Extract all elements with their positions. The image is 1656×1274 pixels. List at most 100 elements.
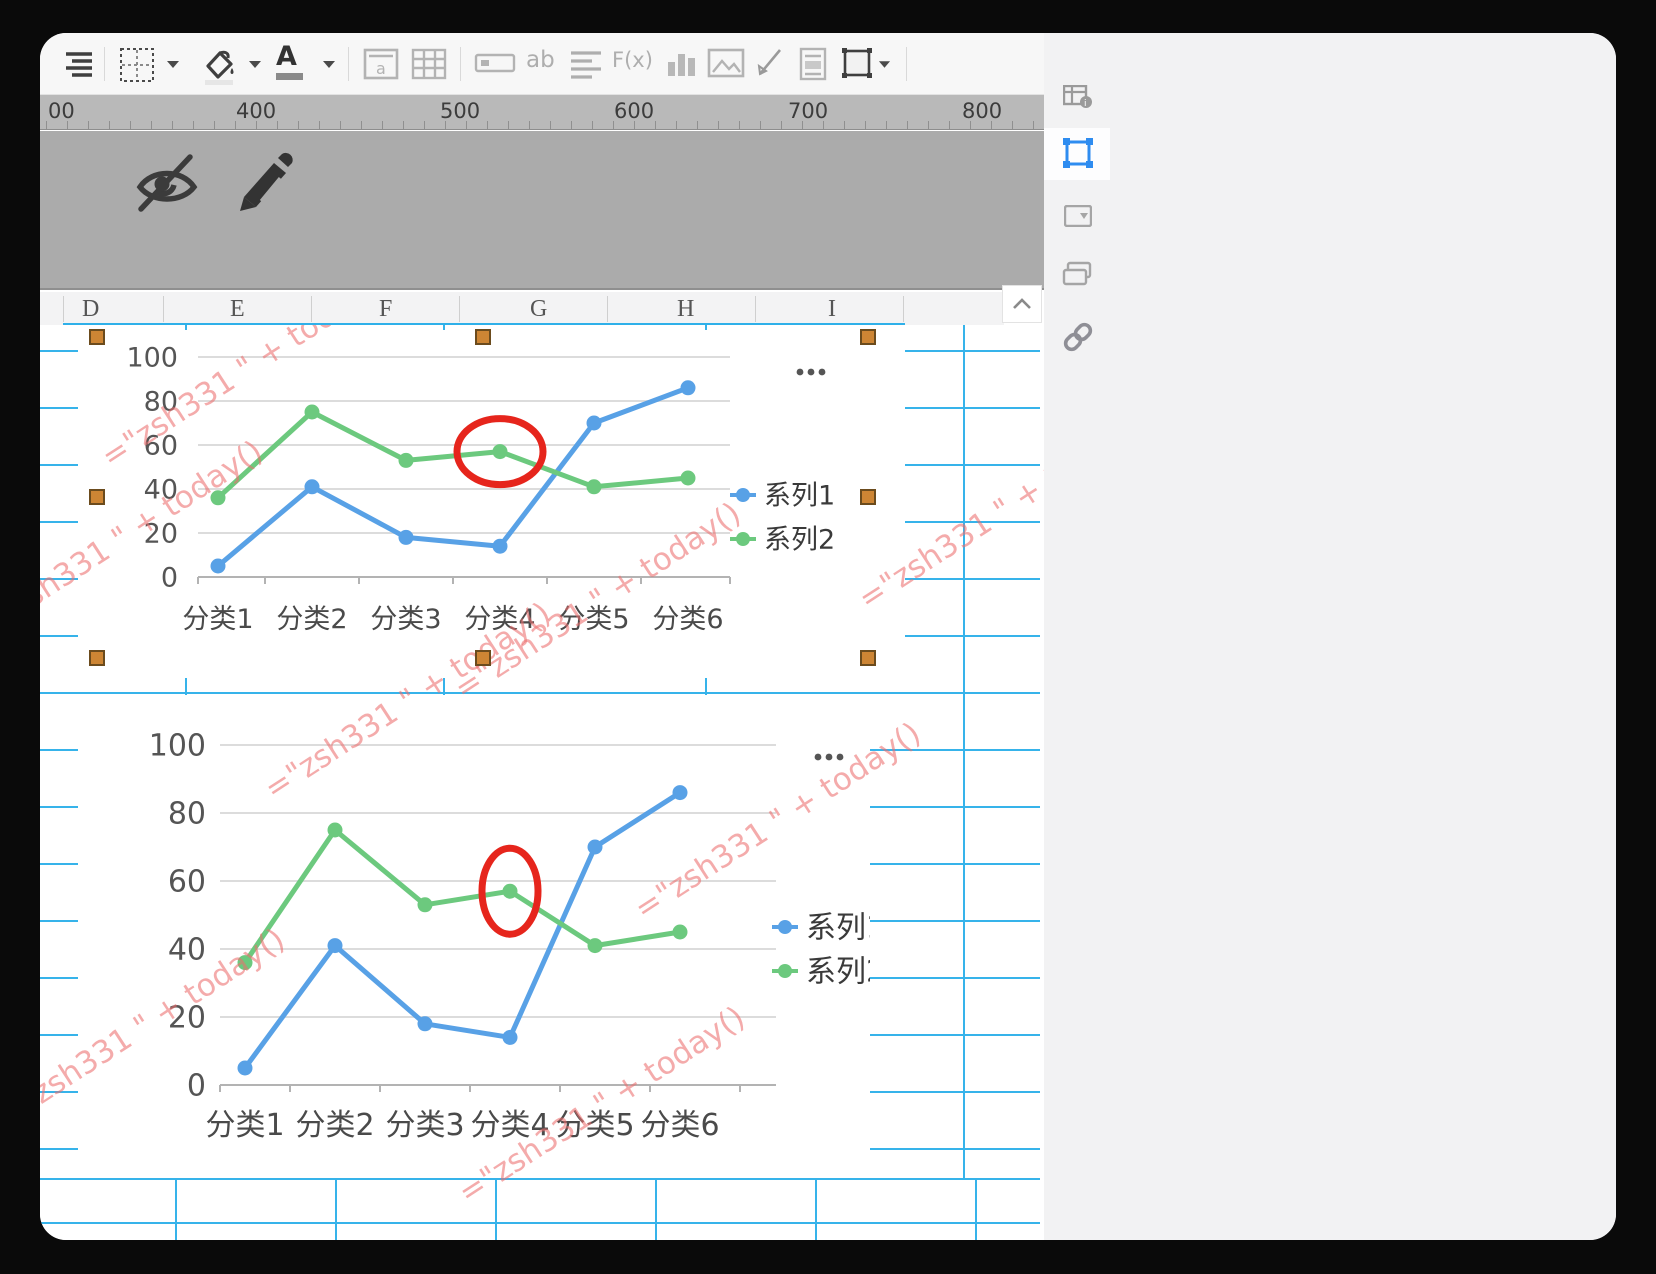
svg-text:i: i [1084,99,1087,109]
font-color-icon[interactable]: A [276,41,303,80]
ruler-tick [193,121,194,129]
y-axis-tick-label: 100 [126,342,178,373]
chart-2[interactable]: 020406080100分类1分类2分类3分类4分类5分类6系列1系列2 [78,695,885,1160]
screen: A a ab F(x) 00 400 500 600 700 800 D E F… [0,0,1656,1274]
column-header-H[interactable]: H [677,296,694,323]
series-line [215,385,691,569]
image-icon[interactable] [706,46,746,80]
data-point [398,452,414,468]
field-icon[interactable] [474,53,516,73]
ruler-tick [655,121,656,129]
x-axis-category-label: 分类2 [295,1108,374,1143]
column-separator [163,296,164,322]
chart-menu-dots[interactable] [825,753,833,761]
format-panel: i 图表元素 [1044,33,1616,1240]
ruler-tick [529,121,530,129]
data-point [492,538,508,554]
chart-menu-dots[interactable] [814,753,822,761]
selection-handle[interactable] [89,650,105,666]
ruler-tick [340,121,341,129]
y-axis-tick-label: 60 [168,865,206,900]
selection-handle[interactable] [475,329,491,345]
ruler-tick [592,121,593,129]
layers-icon[interactable] [1062,261,1092,287]
fill-color-dropdown-arrow[interactable] [248,59,262,69]
ruler-tick [907,121,908,129]
svg-text:a: a [376,59,386,78]
ruler-tick [46,121,47,129]
chevron-up-icon [1013,298,1031,309]
x-axis-category-label: 分类6 [640,1108,719,1143]
data-point [680,380,696,396]
selection-handle[interactable] [475,650,491,666]
chart-menu-dots[interactable] [807,368,815,376]
ruler-tick [928,121,929,129]
data-point [210,558,226,574]
chart-area-format-icon[interactable] [1061,135,1095,173]
shape-dropdown-arrow[interactable] [878,59,891,69]
ruler-tick [508,121,509,129]
data-point [304,404,320,420]
selection-handle[interactable] [860,489,876,505]
x-axis-category-label: 分类1 [205,1108,284,1143]
chart-menu-dots[interactable] [796,368,804,376]
column-header-F[interactable]: F [379,296,392,323]
chart-icon[interactable] [664,46,698,80]
ruler-tick [487,121,488,129]
column-headers[interactable]: D E F G H I [40,292,1004,325]
column-header-I[interactable]: I [828,296,836,323]
column-header-G[interactable]: G [530,296,547,323]
panel-icon-strip: i [1044,33,1110,1240]
ruler-tick [1033,121,1034,129]
fill-color-icon[interactable] [198,46,238,86]
borders-dropdown-arrow[interactable] [166,59,180,69]
selection-handle[interactable] [860,650,876,666]
data-point [672,785,688,801]
toolbar-separator [460,47,461,81]
column-separator [459,296,460,322]
table-icon[interactable] [410,46,448,82]
app-window: A a ab F(x) 00 400 500 600 700 800 D E F… [40,33,1616,1240]
scroll-up-button[interactable] [1002,285,1042,323]
edit-pencil-icon[interactable] [230,145,296,217]
data-point [680,470,696,486]
document-icon[interactable] [796,46,830,82]
table-info-icon[interactable]: i [1063,85,1093,109]
column-separator [755,296,756,322]
title-box-icon[interactable]: a [362,46,400,82]
dropdown-control-icon[interactable] [1064,205,1092,227]
chart-menu-dots[interactable] [818,368,826,376]
selection-handle[interactable] [89,489,105,505]
borders-icon[interactable] [118,46,156,84]
data-point [304,479,320,495]
series-line [242,827,683,966]
ab-glyph: ab [526,47,555,73]
x-axis-category-label: 分类2 [276,604,347,635]
font-color-dropdown-arrow[interactable] [322,59,336,69]
text-ab-icon[interactable]: ab [526,47,555,73]
function-icon[interactable]: F(x) [612,48,653,72]
ruler-tick [571,121,572,129]
series-line [215,409,691,501]
column-header-D[interactable]: D [82,296,99,323]
align-icon[interactable] [62,46,96,80]
shape-frame-icon[interactable] [840,46,874,80]
ruler-number: 500 [440,99,481,123]
paragraph-lines-icon[interactable] [568,46,604,82]
fx-glyph: F(x) [612,48,653,72]
y-axis-tick-label: 40 [168,933,206,968]
selection-handle[interactable] [89,329,105,345]
sheet[interactable]: 0 20 40 60 80 100 分类1 分类2 分类3 分类4 分类5 分类6 系列1 系列2 0 20… [40,325,1044,1240]
y-axis-tick-label: 0 [187,1069,206,1104]
selection-handle[interactable] [860,329,876,345]
ruler: 00 400 500 600 700 800 [40,95,1044,130]
ruler-tick [739,121,740,129]
hide-eye-icon[interactable] [132,151,202,215]
ruler-tick [130,121,131,129]
ruler-tick [88,121,89,129]
column-header-E[interactable]: E [230,296,245,323]
data-point [672,924,688,940]
ruler-number: 600 [614,99,655,123]
line-tool-icon[interactable] [752,46,784,80]
link-icon[interactable] [1060,319,1096,355]
